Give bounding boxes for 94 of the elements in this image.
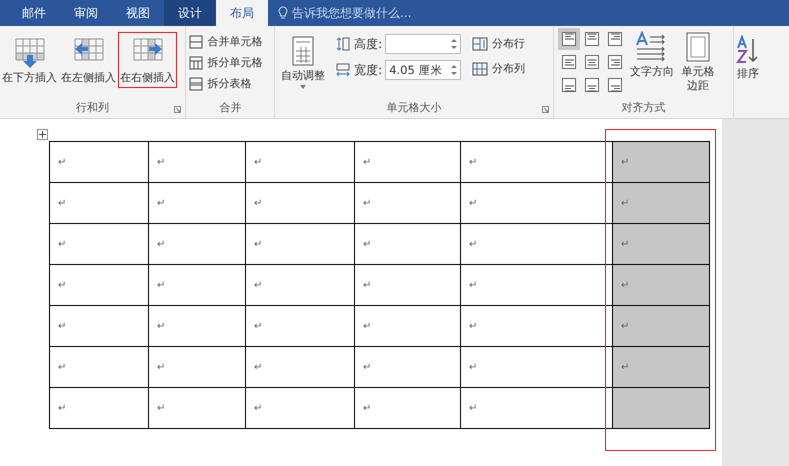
table-cell: ↵	[246, 346, 354, 388]
ribbon-tab[interactable]: 审阅	[60, 0, 112, 26]
tell-me-search-field[interactable]: 告诉我您想要做什么...	[292, 4, 412, 22]
dialog-launcher-icon[interactable]	[174, 106, 182, 113]
table-move-handle-icon[interactable]	[37, 129, 48, 140]
table-cell: ↵	[460, 346, 612, 388]
lightbulb-icon	[278, 6, 288, 20]
table-cell: ↵	[354, 306, 460, 346]
group-label: 对齐方式	[622, 100, 666, 116]
align-icon	[561, 77, 578, 93]
merge-button[interactable]: 合并单元格	[186, 32, 266, 51]
distribute-rows-icon	[472, 36, 488, 50]
table-cell: ↵	[148, 224, 246, 264]
group-label: 行和列	[76, 100, 110, 116]
table-cell: ↵	[246, 306, 354, 346]
table-cell: ↵	[50, 306, 148, 346]
table-cell: ↵	[50, 224, 148, 264]
ribbon-tab[interactable]: 设计	[164, 0, 216, 26]
align-icon	[561, 31, 578, 47]
distribute-columns-icon	[472, 62, 488, 76]
align-icon	[561, 54, 578, 70]
row-height-icon	[335, 36, 352, 52]
insert-button[interactable]: 在左侧插入	[59, 32, 118, 88]
cell-margins-button[interactable]: 单元格边距	[678, 28, 718, 96]
table-cell: ↵	[50, 142, 148, 182]
table-split-icon	[189, 56, 204, 70]
table-cell: ↵	[148, 388, 246, 428]
dialog-launcher-icon[interactable]	[542, 106, 550, 113]
height-field[interactable]	[385, 34, 462, 54]
cell-margins-icon	[685, 31, 712, 63]
height-label: 高度:	[354, 36, 382, 52]
table-cell: ↵	[148, 142, 246, 182]
table-cell: ↵	[148, 346, 246, 388]
column-width-icon	[335, 62, 352, 78]
table-cell: ↵	[460, 388, 612, 428]
table-cell: ↵	[148, 264, 246, 306]
table-cell: ↵	[246, 182, 354, 224]
width-field[interactable]: 4.05 厘米	[385, 60, 462, 80]
align-icon	[607, 54, 624, 70]
ribbon-tab[interactable]: 视图	[112, 0, 164, 26]
table-cell: ↵	[612, 182, 710, 224]
table-cell: ↵	[148, 306, 246, 346]
align-icon	[584, 77, 600, 93]
sort-button[interactable]: 排序	[734, 32, 762, 84]
align-icon	[584, 31, 600, 47]
autofit-button[interactable]: 自动调整	[279, 32, 328, 92]
table-cell: ↵	[246, 388, 354, 428]
table-cell: ↵	[354, 264, 460, 306]
text-direction-button[interactable]: 文字方向	[628, 28, 676, 82]
table-cell: ↵	[612, 142, 710, 182]
table-cell: ↵	[354, 224, 460, 264]
align-icon	[607, 77, 624, 93]
table-cell: ↵	[354, 346, 460, 388]
table-cell: ↵	[612, 346, 710, 388]
table-split-icon	[189, 76, 204, 90]
distribute-button[interactable]: 分布行	[469, 34, 528, 53]
table-split-icon	[189, 34, 204, 48]
align-button[interactable]	[558, 28, 580, 50]
table-cell: ↵	[460, 224, 612, 264]
group-label: 合并	[219, 100, 242, 116]
group-label: 单元格大小	[386, 100, 442, 116]
insert-button[interactable]: 在右侧插入	[118, 32, 177, 88]
dropdown-caret-icon	[300, 84, 306, 89]
merge-button[interactable]: 拆分单元格	[186, 53, 266, 72]
ribbon-tab[interactable]: 布局	[216, 0, 268, 26]
table-cell: ↵	[50, 346, 148, 388]
table-cell: ↵	[50, 182, 148, 224]
table-cell: ↵	[354, 388, 460, 428]
sort-az-icon	[736, 35, 760, 65]
table-cell: ↵	[612, 224, 710, 264]
ribbon-tab[interactable]: 邮件	[8, 0, 60, 26]
table-cell: ↵	[246, 264, 354, 306]
table-cell: ↵	[612, 306, 710, 346]
table-cell: ↵	[460, 306, 612, 346]
spinner-icon[interactable]	[451, 63, 458, 77]
table-cell: ↵	[354, 182, 460, 224]
table-cell: ↵	[354, 142, 460, 182]
table-cell: ↵	[246, 142, 354, 182]
table-cell: ↵	[460, 264, 612, 306]
align-icon	[607, 31, 624, 47]
table-cell: ↵	[460, 182, 612, 224]
table-cell: ↵	[50, 388, 148, 428]
spinner-icon[interactable]	[451, 37, 458, 51]
table-cell: ↵	[246, 224, 354, 264]
table-cell: ↵	[50, 264, 148, 306]
table-cell: ↵	[460, 142, 612, 182]
table-cell: ↵	[612, 264, 710, 306]
width-label: 宽度:	[354, 62, 382, 78]
align-icon	[584, 54, 600, 70]
distribute-button[interactable]: 分布列	[469, 59, 528, 78]
table-cell: ↵	[148, 182, 246, 224]
merge-button[interactable]: 拆分表格	[186, 74, 266, 93]
insert-button[interactable]: 在下方插入	[0, 32, 59, 88]
table-autofit-icon	[290, 35, 316, 67]
